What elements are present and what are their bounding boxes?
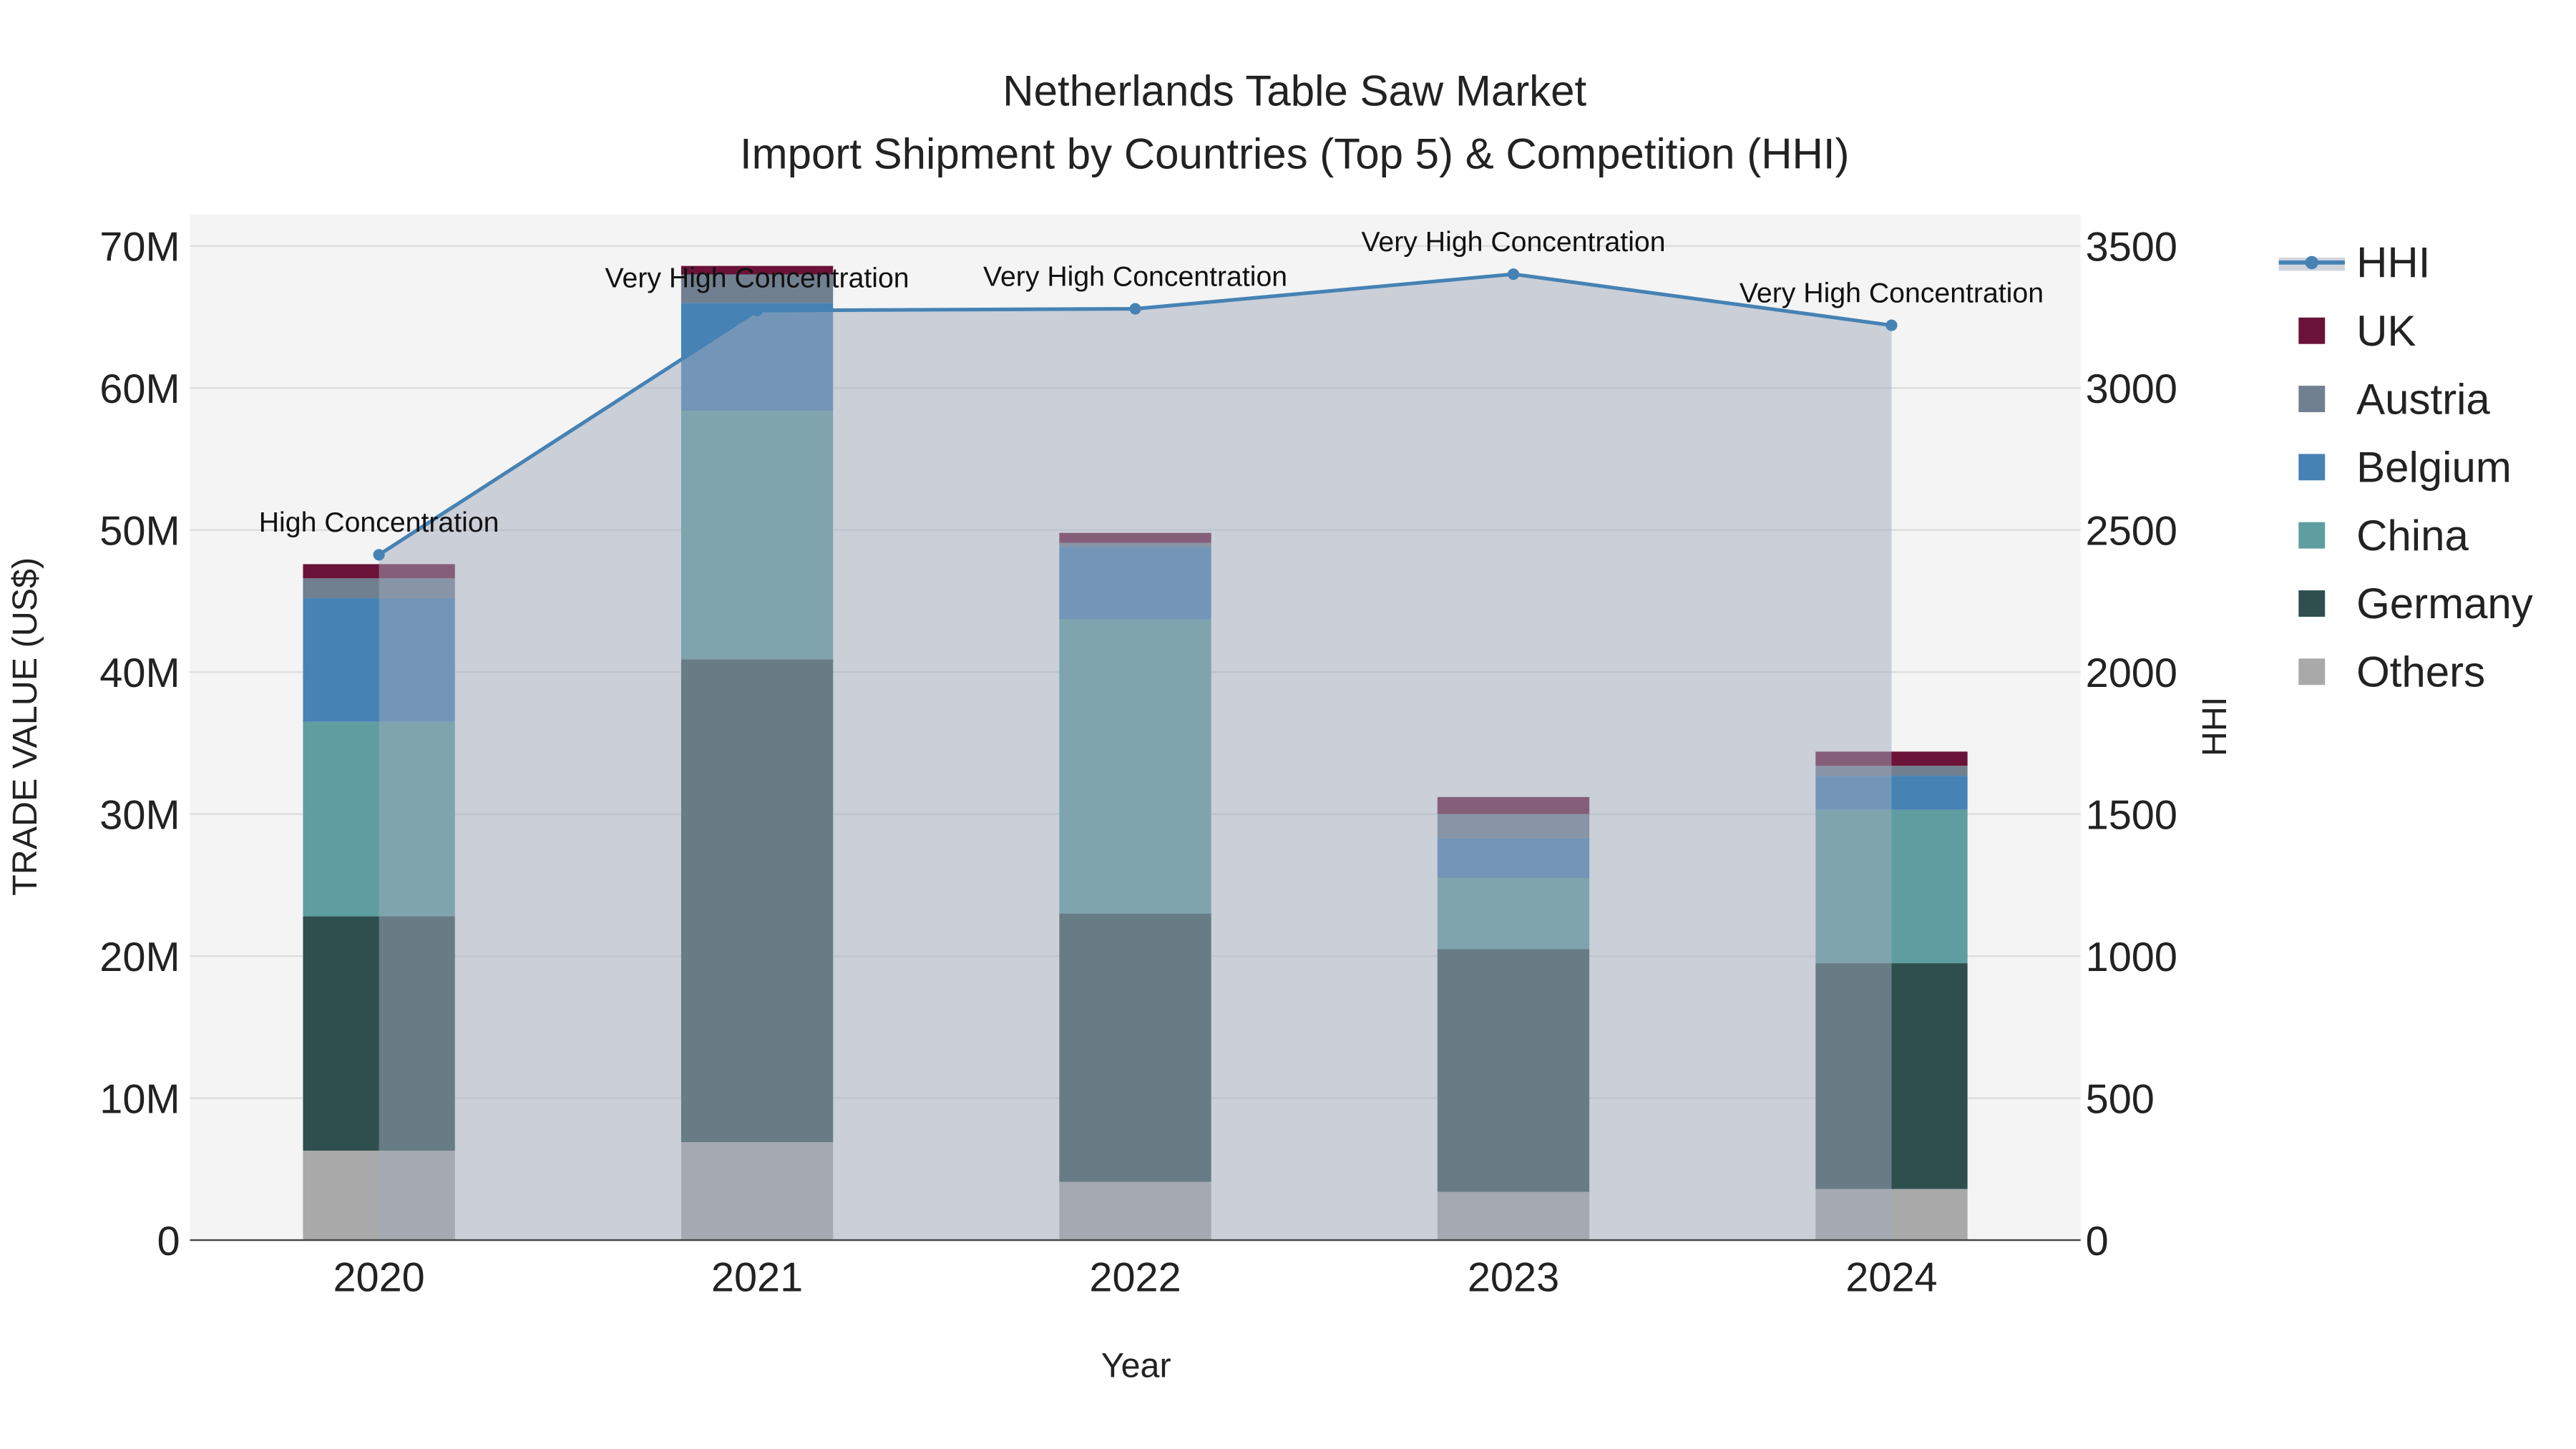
- legend-item-belgium[interactable]: Belgium: [2298, 444, 2512, 492]
- y2-tick-label: 0: [2086, 1219, 2109, 1264]
- chart-title: Netherlands Table Saw Market: [1002, 67, 1586, 115]
- y2-tick-label: 1500: [2086, 792, 2177, 838]
- hhi-annotation: High Concentration: [259, 507, 499, 538]
- hhi-point-2023: [1507, 268, 1520, 280]
- y-tick-label: 30M: [99, 792, 180, 838]
- y-tick-label: 20M: [99, 935, 180, 980]
- x-tick-label: 2024: [1845, 1255, 1937, 1301]
- legend-label: HHI: [2356, 239, 2430, 287]
- x-tick-label: 2020: [333, 1255, 424, 1301]
- x-tick-label: 2022: [1089, 1255, 1181, 1301]
- y-tick-label: 70M: [99, 225, 180, 270]
- legend-label: Belgium: [2356, 444, 2512, 492]
- legend-item-germany[interactable]: Germany: [2298, 580, 2533, 628]
- y2-tick-label: 2000: [2086, 650, 2177, 696]
- legend-label: Germany: [2356, 580, 2533, 628]
- y2-tick-label: 3500: [2086, 225, 2177, 270]
- legend-item-others[interactable]: Others: [2298, 648, 2485, 696]
- hhi-area: [379, 274, 1892, 1241]
- legend: HHI UK Austria Belgium China Germany Others: [2278, 239, 2533, 696]
- legend-item-china[interactable]: China: [2298, 512, 2469, 560]
- hhi-annotation: Very High Concentration: [605, 263, 909, 294]
- hhi-annotation: Very High Concentration: [1740, 277, 2044, 308]
- hhi-point-2024: [1885, 319, 1898, 331]
- hhi-point-2022: [1129, 303, 1141, 315]
- x-axis-title: Year: [1101, 1347, 1171, 1385]
- legend-swatch: [2298, 454, 2326, 481]
- legend-item-uk[interactable]: UK: [2298, 307, 2416, 355]
- y2-tick-label: 500: [2086, 1076, 2155, 1122]
- legend-swatch: [2298, 317, 2326, 344]
- legend-swatch: [2298, 658, 2326, 686]
- x-tick-label: 2023: [1468, 1255, 1559, 1301]
- y-axis-title: TRADE VALUE (US$): [6, 557, 44, 896]
- legend-swatch: [2298, 590, 2326, 617]
- legend-swatch: [2298, 386, 2326, 412]
- y2-tick-label: 3000: [2086, 366, 2177, 412]
- y-tick-label: 50M: [99, 509, 180, 555]
- hhi-annotation: Very High Concentration: [983, 260, 1287, 292]
- y2-tick-label: 1000: [2086, 935, 2177, 980]
- legend-label: China: [2356, 512, 2469, 560]
- legend-swatch: [2298, 522, 2326, 549]
- legend-label: UK: [2356, 307, 2416, 355]
- legend-item-hhi[interactable]: HHI: [2278, 239, 2431, 287]
- hhi-annotation: Very High Concentration: [1361, 226, 1665, 258]
- legend-item-austria[interactable]: Austria: [2298, 375, 2490, 423]
- y-tick-label: 0: [157, 1219, 180, 1264]
- legend-label: Austria: [2356, 375, 2490, 423]
- legend-label: Others: [2356, 648, 2485, 696]
- y2-axis-title: HHI: [2195, 697, 2234, 756]
- x-tick-label: 2021: [711, 1255, 803, 1301]
- y-tick-label: 40M: [99, 650, 180, 696]
- chart: High Concentration Very High Concentratio…: [6, 67, 2533, 1385]
- y-tick-label: 10M: [99, 1076, 180, 1122]
- y2-tick-label: 2500: [2086, 509, 2177, 555]
- hhi-point-2021: [751, 304, 763, 317]
- legend-swatch-marker: [2305, 255, 2318, 270]
- y-tick-label: 60M: [99, 366, 180, 412]
- hhi-point-2020: [373, 549, 385, 561]
- chart-subtitle: Import Shipment by Countries (Top 5) & C…: [740, 130, 1850, 177]
